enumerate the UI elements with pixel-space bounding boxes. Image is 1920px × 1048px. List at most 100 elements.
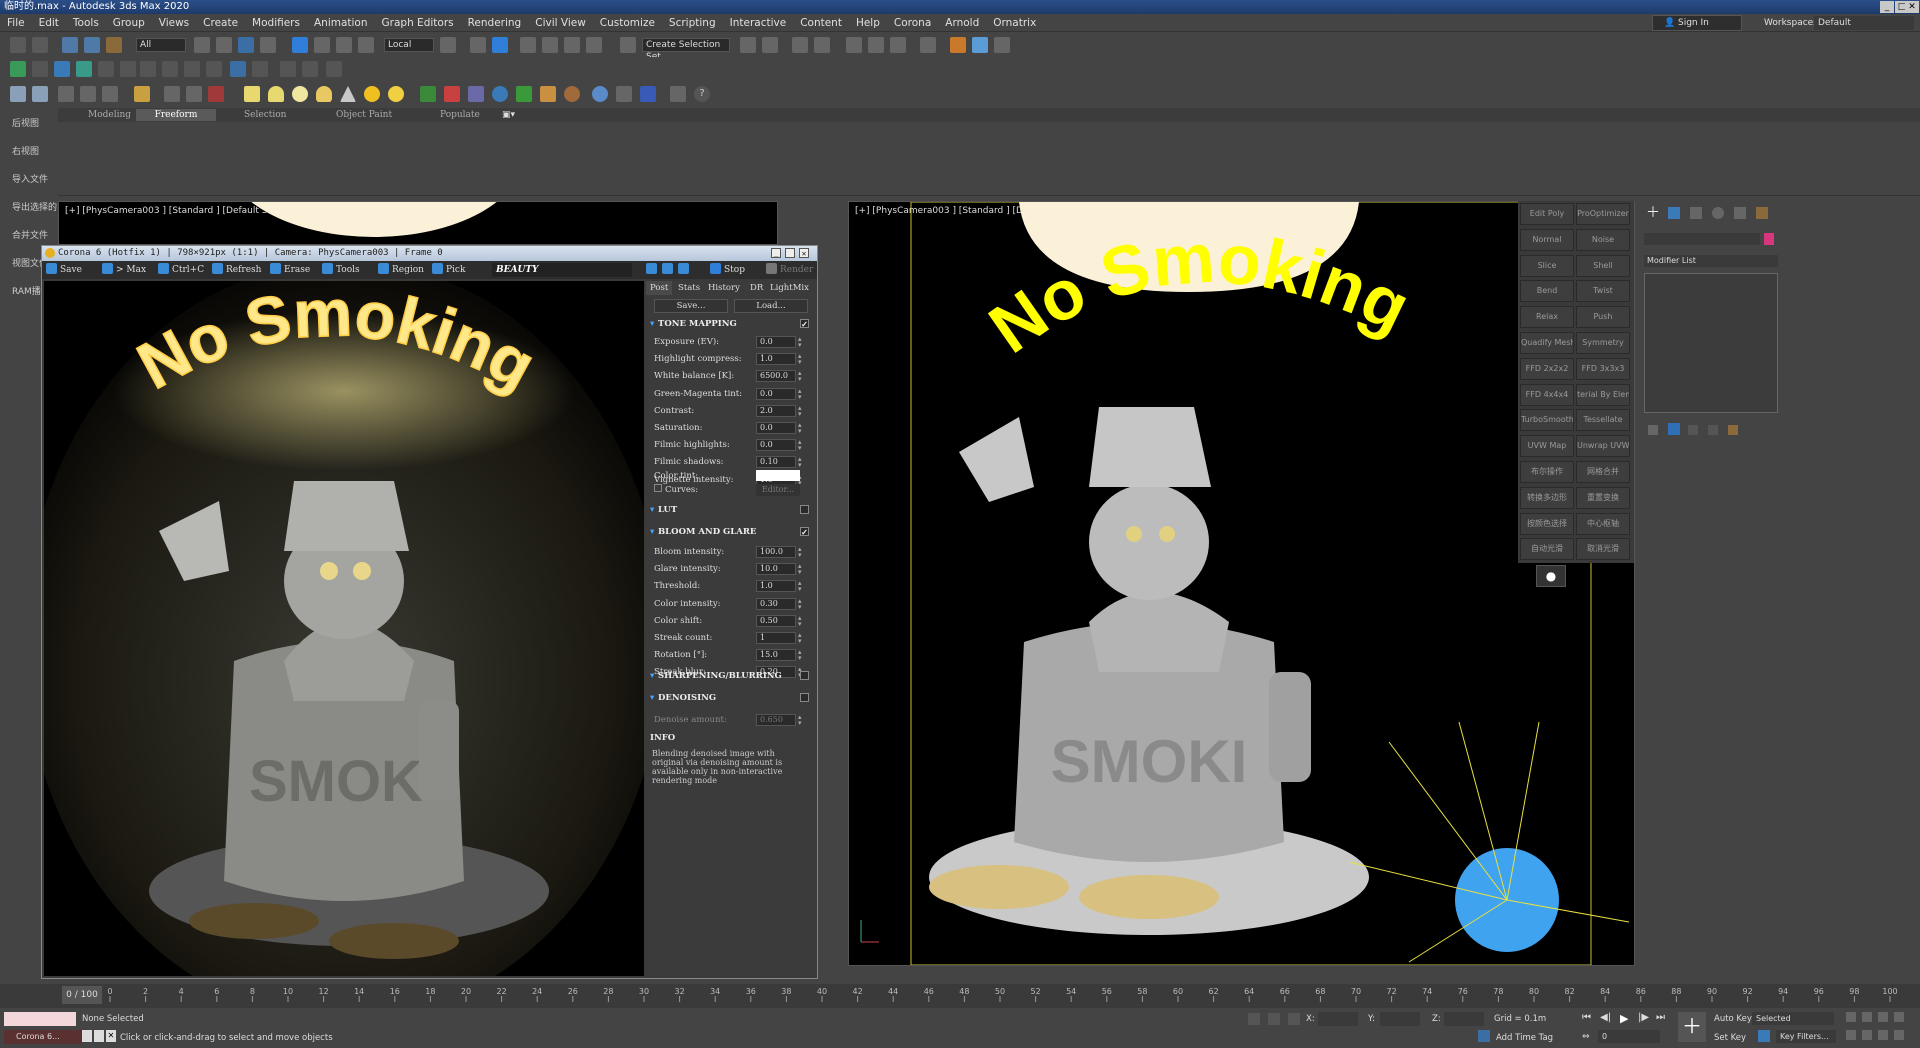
globe-icon[interactable] [492, 86, 508, 102]
refresh-tool-icon[interactable] [184, 61, 200, 77]
scatter-icon[interactable] [186, 86, 202, 102]
menu-rendering[interactable]: Rendering [461, 14, 529, 32]
modifier-button[interactable]: Noise [1576, 228, 1630, 251]
modifier-button[interactable]: Bend [1520, 280, 1574, 303]
right-viewport[interactable]: [+] [PhysCamera003 ] [Standard ] [Defaul… [848, 201, 1635, 966]
menu-graph-editors[interactable]: Graph Editors [375, 14, 461, 32]
tone-field[interactable]: 1.0 [756, 353, 796, 366]
ribbon-toggle-icon[interactable] [814, 37, 830, 53]
select-and-place-icon[interactable] [358, 37, 374, 53]
keyboard-shortcut-icon[interactable] [492, 37, 508, 53]
workspace-select[interactable]: Default [1814, 16, 1914, 30]
named-selection-set-select[interactable]: Create Selection Set [642, 38, 730, 62]
move-tool-icon[interactable] [206, 61, 222, 77]
vfb-maximize-icon[interactable] [785, 248, 795, 258]
zoom-extents-icon[interactable] [1846, 1012, 1856, 1022]
angle-snap-icon[interactable] [542, 37, 558, 53]
vfb-render-button[interactable]: Render [766, 261, 813, 279]
bloom-field[interactable]: 1.0 [756, 580, 796, 593]
bloom-checkbox[interactable]: ✓ [800, 527, 809, 536]
sphere-icon[interactable] [292, 86, 308, 102]
menu-views[interactable]: Views [152, 14, 196, 32]
percent-snap-icon[interactable] [564, 37, 580, 53]
section-bloom-glare[interactable]: BLOOM AND GLARE ✓ [648, 525, 815, 539]
post-save-button[interactable]: Save... [654, 299, 728, 313]
link-icon[interactable] [62, 37, 78, 53]
vfb-save-button[interactable]: Save [46, 261, 82, 279]
remove-modifier-icon[interactable] [1708, 425, 1718, 435]
modifier-button[interactable]: Shell [1576, 254, 1630, 277]
tab-history[interactable]: History [704, 281, 744, 295]
vfb-region-button[interactable]: Region [378, 261, 424, 279]
x-coordinate-field[interactable] [1318, 1012, 1358, 1026]
display-tab-icon[interactable] [1734, 207, 1746, 219]
tone-field[interactable]: 0.0 [756, 422, 796, 434]
window-crossing-icon[interactable] [260, 37, 276, 53]
menu-customize[interactable]: Customize [593, 14, 662, 32]
maxscript-listener-field[interactable] [4, 1012, 76, 1026]
teapot-icon[interactable] [10, 86, 26, 102]
corona-light-icon[interactable] [134, 86, 150, 102]
modifier-button[interactable]: Tessellate [1576, 409, 1630, 432]
add-time-tag[interactable]: Add Time Tag [1496, 1033, 1553, 1043]
modifier-button[interactable]: Quadify Mesh [1520, 332, 1574, 354]
modifier-button[interactable]: Slice [1520, 254, 1574, 277]
curve-editor-icon[interactable] [846, 37, 862, 53]
sun-icon[interactable] [364, 86, 380, 102]
left-item-export-selected[interactable]: 导出选择的 [0, 192, 58, 220]
tone-field[interactable]: 0.10 [756, 456, 796, 469]
modifier-button[interactable]: 中心枢轴 [1576, 512, 1630, 535]
modifier-button[interactable]: Push [1576, 306, 1630, 329]
ornatrix-tool-icon[interactable] [10, 61, 26, 77]
vfb-pick-button[interactable]: Pick [432, 261, 465, 279]
go-to-end-icon[interactable]: ⏭ [1656, 1012, 1665, 1023]
previous-frame-icon[interactable]: ◀| [1600, 1012, 1611, 1023]
light-bulb-tool-icon[interactable] [326, 61, 342, 77]
show-end-result-icon[interactable] [1668, 423, 1680, 435]
tab-lightmix[interactable]: LightMix [766, 281, 813, 295]
camera-tool-icon[interactable] [280, 61, 296, 77]
denoise-amount-field[interactable]: 0.650 [756, 714, 796, 726]
select-by-name-icon[interactable] [216, 37, 232, 53]
frame-tool-icon[interactable] [230, 61, 246, 77]
menu-scripting[interactable]: Scripting [662, 14, 723, 32]
menu-group[interactable]: Group [106, 14, 152, 32]
post-load-button[interactable]: Load... [734, 299, 808, 313]
bowl-icon[interactable] [316, 86, 332, 102]
dolly-icon[interactable] [1862, 1030, 1872, 1040]
cone-icon[interactable] [340, 86, 356, 102]
select-and-scale-icon[interactable] [336, 37, 352, 53]
modifier-button[interactable]: 重置变换 [1576, 486, 1630, 509]
tone-spinner[interactable]: ▴▾ [798, 404, 804, 417]
object-name-field[interactable] [1644, 233, 1760, 245]
set-key-button[interactable]: Set Key [1714, 1033, 1746, 1043]
pan-view-icon[interactable] [1862, 1012, 1872, 1022]
tab-freeform[interactable]: Freeform [136, 109, 216, 121]
settings-icon[interactable] [670, 86, 686, 102]
vfb-erase-button[interactable]: Erase [270, 261, 310, 279]
left-item-right-view[interactable]: 右视图 [0, 136, 58, 164]
modifier-button[interactable]: UVW Map [1520, 435, 1574, 458]
bitmap-icon[interactable] [616, 86, 632, 102]
pivot-center-icon[interactable] [440, 37, 456, 53]
bloom-field[interactable]: 100.0 [756, 546, 796, 558]
lock-selection-icon[interactable] [1268, 1013, 1280, 1025]
menu-modifiers[interactable]: Modifiers [245, 14, 307, 32]
menu-content[interactable]: Content [793, 14, 849, 32]
layer-explorer-icon[interactable] [792, 37, 808, 53]
tab-populate[interactable]: Populate [440, 108, 480, 122]
texture-icon[interactable] [540, 86, 556, 102]
bloom-field[interactable]: 0.30 [756, 597, 796, 610]
timeline[interactable]: 0 / 100 0 2 4 6 8 10 12 14 16 18 20 22 24 26 28 30 32 34 3… [0, 984, 1920, 1008]
vfb-to-max-button[interactable]: > Max [102, 261, 146, 279]
go-to-start-icon[interactable]: ⏮ [1582, 1012, 1591, 1023]
menu-create[interactable]: Create [196, 14, 245, 32]
modifier-button[interactable]: ProOptimizer [1576, 203, 1630, 225]
time-tag-icon[interactable] [1478, 1030, 1490, 1042]
utilities-tab-icon[interactable] [1756, 207, 1768, 219]
rendered-frame-window-icon[interactable] [950, 37, 966, 53]
tab-selection[interactable]: Selection [244, 108, 286, 122]
tab-object-paint[interactable]: Object Paint [336, 108, 392, 122]
hair-tool-icon[interactable] [54, 61, 70, 77]
white-dot-icon[interactable]: ● [1536, 565, 1566, 587]
